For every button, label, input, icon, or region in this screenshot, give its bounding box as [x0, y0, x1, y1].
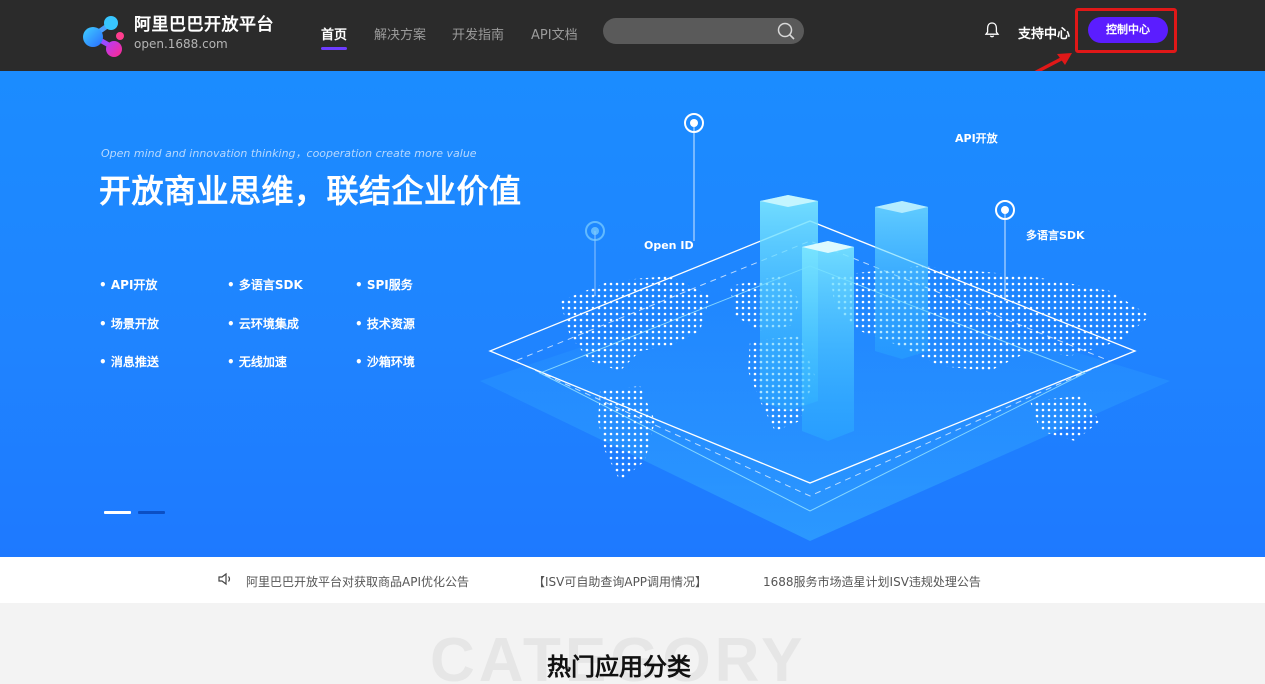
search-input[interactable]	[615, 21, 765, 41]
feature-wireless: 无线加速	[227, 353, 287, 370]
banner-headline: 开放商业思维，联结企业价值	[99, 172, 522, 210]
support-center-link[interactable]: 支持中心	[1018, 23, 1070, 42]
carousel-dot-2[interactable]	[138, 511, 165, 514]
banner-tagline: Open mind and innovation thinking，cooper…	[101, 147, 477, 160]
notice-link-1[interactable]: 阿里巴巴开放平台对获取商品API优化公告	[246, 573, 469, 590]
carousel-dot-1[interactable]	[104, 511, 131, 514]
search-icon[interactable]	[776, 21, 796, 41]
nav-home[interactable]: 首页	[321, 24, 347, 43]
feature-message: 消息推送	[99, 353, 159, 370]
brand[interactable]: 阿里巴巴开放平台 open.1688.com	[134, 14, 274, 51]
hero-banner[interactable]: Open mind and innovation thinking，cooper…	[0, 71, 1265, 557]
nav-api-docs[interactable]: API文档	[531, 24, 578, 43]
announcement-bar: 阿里巴巴开放平台对获取商品API优化公告 【ISV可自助查询APP调用情况】 1…	[0, 557, 1265, 603]
molecule-logo-icon[interactable]	[80, 12, 128, 60]
label-open-id: Open ID	[644, 239, 694, 252]
feature-scene: 场景开放	[99, 315, 159, 332]
category-section: CATEGORY 热门应用分类	[0, 603, 1265, 684]
annotation-highlight-box	[1075, 8, 1177, 53]
bell-icon[interactable]	[984, 21, 1000, 39]
world-map-illustration	[480, 113, 1170, 541]
nav-active-indicator	[321, 47, 347, 50]
category-title: 热门应用分类	[547, 653, 691, 681]
label-multi-sdk: 多语言SDK	[1026, 229, 1085, 242]
feature-cloud: 云环境集成	[227, 315, 299, 332]
label-api-open: API开放	[955, 132, 998, 145]
brand-name: 阿里巴巴开放平台	[134, 15, 274, 35]
feature-spi: SPI服务	[355, 276, 413, 293]
nav-dev-guide[interactable]: 开发指南	[452, 24, 504, 43]
feature-sdk: 多语言SDK	[227, 276, 303, 293]
feature-tech: 技术资源	[355, 315, 415, 332]
speaker-icon	[218, 572, 231, 586]
brand-domain: open.1688.com	[134, 37, 228, 51]
notice-link-2[interactable]: 【ISV可自助查询APP调用情况】	[533, 573, 707, 590]
nav-solutions[interactable]: 解决方案	[374, 24, 426, 43]
notice-link-3[interactable]: 1688服务市场造星计划ISV违规处理公告	[763, 573, 981, 590]
feature-sandbox: 沙箱环境	[355, 353, 415, 370]
search-box[interactable]	[603, 18, 804, 44]
feature-api: API开放	[99, 276, 158, 293]
